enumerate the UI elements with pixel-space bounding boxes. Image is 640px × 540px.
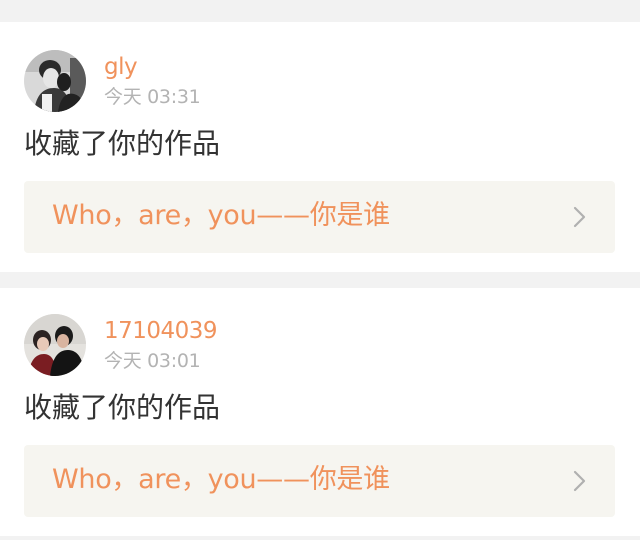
notification-card: 17104039 今天 03:01 收藏了你的作品 Who，are，you——你…: [0, 288, 640, 536]
work-link[interactable]: Who，are，you——你是谁: [24, 445, 615, 517]
work-title: Who，are，you——你是谁: [52, 464, 390, 495]
user-avatar[interactable]: [24, 314, 86, 376]
timestamp: 今天 03:01: [104, 350, 201, 372]
timestamp: 今天 03:31: [104, 86, 201, 108]
user-avatar[interactable]: [24, 50, 86, 112]
chevron-right-icon: [573, 206, 586, 228]
chevron-right-icon: [573, 470, 586, 492]
username[interactable]: gly: [104, 53, 138, 81]
work-title: Who，are，you——你是谁: [52, 200, 390, 231]
action-text: 收藏了你的作品: [24, 127, 221, 160]
username[interactable]: 17104039: [104, 317, 218, 345]
avatar-photo-icon: [24, 314, 86, 376]
notification-card: gly 今天 03:31 收藏了你的作品 Who，are，you——你是谁: [0, 22, 640, 272]
action-text: 收藏了你的作品: [24, 391, 221, 424]
work-link[interactable]: Who，are，you——你是谁: [24, 181, 615, 253]
avatar-photo-icon: [24, 50, 86, 112]
